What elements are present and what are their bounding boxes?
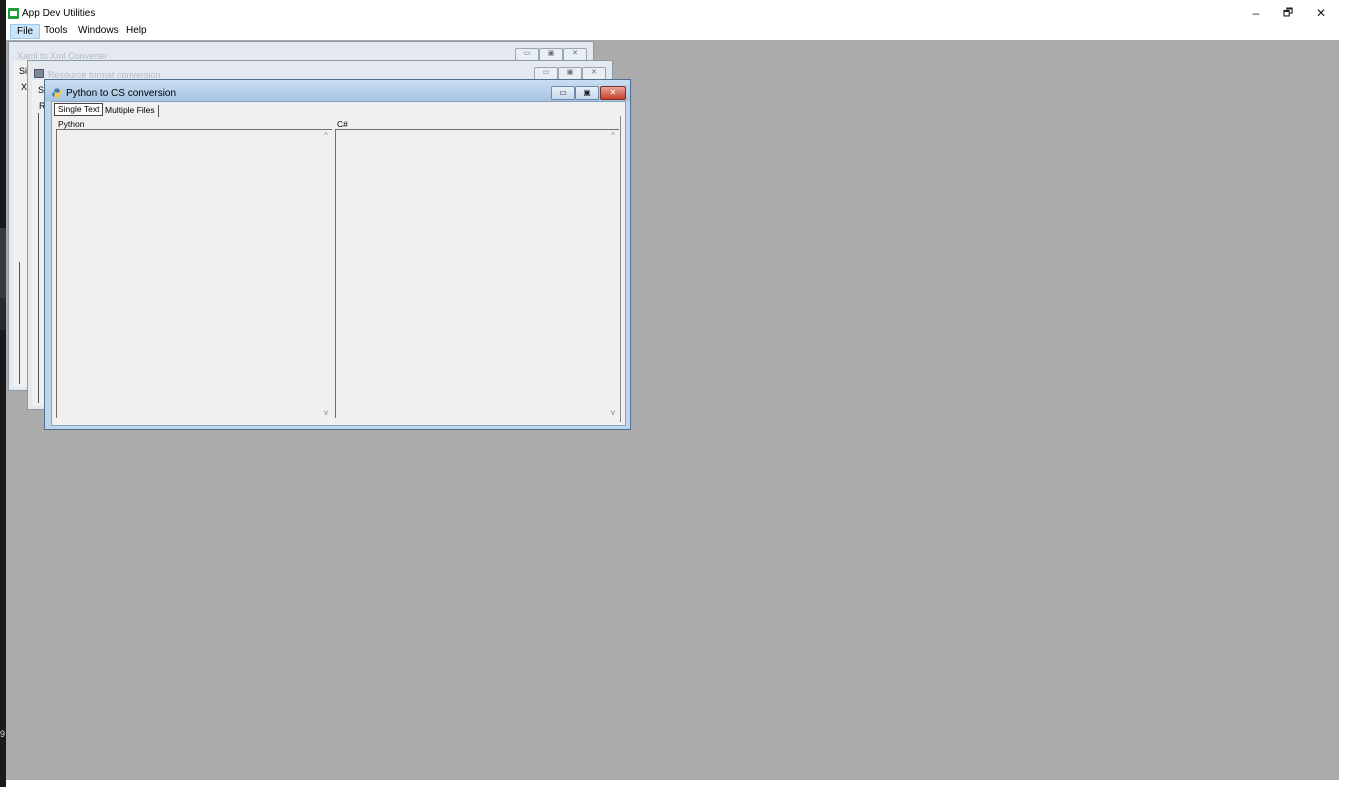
window-python-to-cs[interactable]: Python to CS conversion ▭ ▣ ✕ Single Tex… (44, 79, 631, 430)
app-icon (8, 8, 19, 19)
window-bottom-edge (6, 780, 1346, 787)
menu-windows[interactable]: Windows (72, 24, 125, 39)
restore-button[interactable]: 🗗 (1273, 4, 1303, 22)
tab-multiple-files[interactable]: Multiple Files (102, 105, 159, 117)
minimize-icon[interactable]: ▭ (551, 86, 575, 100)
desktop-edge-text: 9 (0, 729, 6, 739)
tab-fragment: Si (19, 66, 28, 76)
scroll-down-icon[interactable]: v (607, 408, 619, 417)
menu-file[interactable]: File (10, 24, 41, 39)
python-label: Python (58, 119, 85, 129)
form-icon (34, 69, 44, 78)
close-button[interactable]: ✕ (1306, 4, 1336, 22)
menu-help[interactable]: Help (120, 24, 153, 39)
restore-icon[interactable]: ▣ (575, 86, 599, 100)
tab-single-text[interactable]: Single Text (54, 103, 104, 116)
app-title: App Dev Utilities (22, 8, 96, 19)
scroll-down-icon[interactable]: v (320, 408, 332, 417)
window-client: Single Text Multiple Files Python ^ v C#… (51, 101, 626, 426)
scroll-up-icon[interactable]: ^ (320, 131, 332, 140)
python-icon (52, 88, 62, 98)
menu-tools[interactable]: Tools (38, 24, 73, 39)
pane-border (19, 262, 20, 384)
minimize-button[interactable]: – (1241, 4, 1271, 22)
app-title-bar (6, 0, 1346, 24)
pane-border (38, 113, 39, 403)
close-icon[interactable]: ✕ (600, 86, 626, 100)
tab-panel-border (620, 116, 621, 422)
csharp-label: C# (337, 119, 348, 129)
scroll-up-icon[interactable]: ^ (607, 131, 619, 140)
csharp-scrollbar[interactable]: ^ v (607, 130, 619, 418)
python-scrollbar[interactable]: ^ v (320, 130, 332, 418)
python-input[interactable]: ^ v (56, 129, 332, 418)
menu-bar (6, 24, 1340, 40)
csharp-output[interactable]: ^ v (335, 129, 619, 418)
window-title: Python to CS conversion (66, 88, 177, 99)
